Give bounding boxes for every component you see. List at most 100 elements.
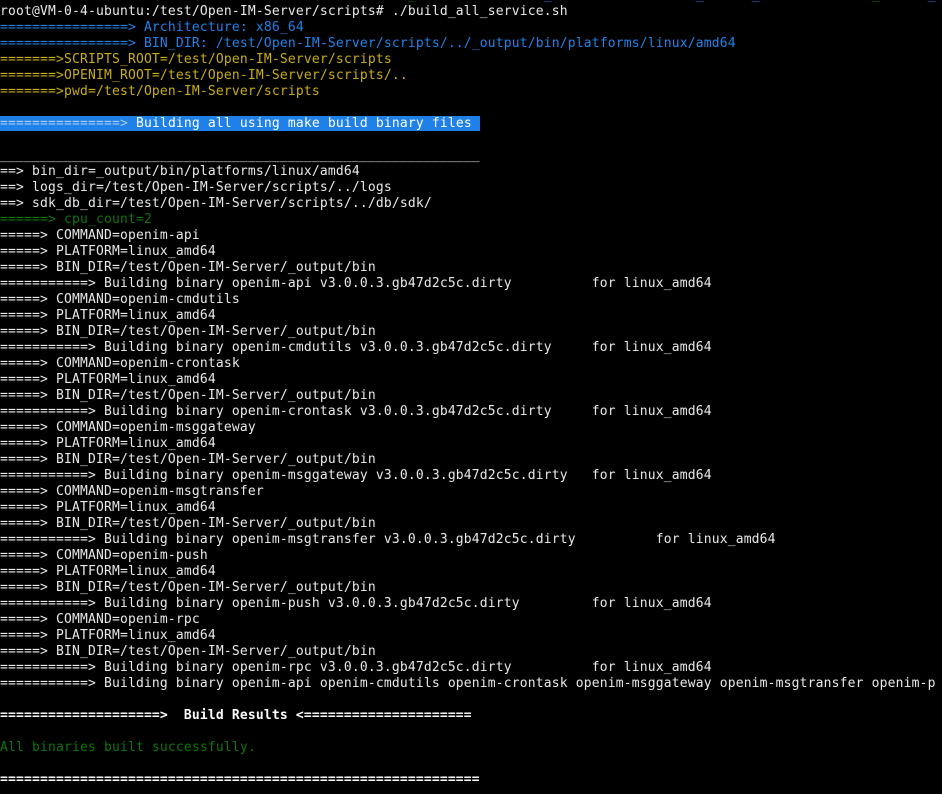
terminal-text: ==> sdk_db_dir=/test/Open-IM-Server/scri… (0, 196, 432, 211)
terminal-text: ================> Architecture: x86_64 (0, 20, 304, 35)
scripts-root-line: =======>SCRIPTS_ROOT=/test/Open-IM-Serve… (0, 52, 942, 68)
terminal-text: ===========> Building binary openim-rpc … (0, 660, 712, 675)
terminal-line: ===========> Building binary openim-cmdu… (0, 340, 942, 356)
terminal-text: _ (928, 0, 936, 3)
terminal-text (880, 0, 928, 3)
terminal-text: =====> COMMAND=openim-msggateway (0, 420, 256, 435)
terminal-text: _ (872, 0, 880, 3)
terminal-line: ===========> Building binary openim-rpc … (0, 660, 942, 676)
terminal-text: ===========> Building binary openim-cmdu… (0, 340, 712, 355)
terminal-text: =====> BIN_DIR=/test/Open-IM-Server/_out… (0, 580, 376, 595)
pwd-line: =======>pwd=/test/Open-IM-Server/scripts (0, 84, 942, 100)
terminal-text: ======> cpu_count=2 (0, 212, 152, 227)
terminal-line: =====> COMMAND=openim-push (0, 548, 942, 564)
terminal-text: ===========> Building binary openim-msgg… (0, 468, 712, 483)
terminal-line: =====> COMMAND=openim-cmdutils (0, 292, 942, 308)
terminal-text (704, 0, 752, 3)
terminal-text: =====> COMMAND=openim-msgtransfer (0, 484, 264, 499)
terminal-text: ===============> (0, 116, 136, 131)
terminal-line: =====> BIN_DIR=/test/Open-IM-Server/_out… (0, 452, 942, 468)
terminal-text (0, 0, 408, 3)
terminal-line: ===========> Building binary openim-cron… (0, 404, 942, 420)
terminal-text: ========================================… (0, 772, 480, 787)
highlight-row: ===============> Building all using make… (0, 116, 942, 132)
terminal-text: =====> PLATFORM=linux_amd64 (0, 308, 216, 323)
terminal-line: =====> BIN_DIR=/test/Open-IM-Server/_out… (0, 580, 942, 596)
terminal-text (416, 0, 544, 3)
terminal-text: ===========> Building binary openim-api … (0, 276, 712, 291)
terminal-text: ================> BIN_DIR: /test/Open-IM… (0, 36, 736, 51)
terminal-text: _ (752, 0, 760, 3)
terminal-text: =====> BIN_DIR=/test/Open-IM-Server/_out… (0, 324, 376, 339)
terminal-text: _ (544, 0, 552, 3)
terminal-text: =======>SCRIPTS_ROOT=/test/Open-IM-Serve… (0, 52, 392, 67)
terminal-text: =====> COMMAND=openim-cmdutils (0, 292, 240, 307)
terminal-line: =====> COMMAND=openim-msggateway (0, 420, 942, 436)
terminal-line: =====> PLATFORM=linux_amd64 (0, 500, 942, 516)
terminal-text: =====> COMMAND=openim-crontask (0, 356, 240, 371)
terminal-line: ===========> Building binary openim-msgg… (0, 468, 942, 484)
architecture-line: ================> Architecture: x86_64 (0, 20, 942, 36)
terminal-text: =====> BIN_DIR=/test/Open-IM-Server/_out… (0, 388, 376, 403)
terminal-line: ===========> Building binary openim-msgt… (0, 532, 942, 548)
terminal-text: All binaries built successfully. (0, 740, 256, 755)
terminal-text (552, 0, 696, 3)
terminal-text: =======>OPENIM_ROOT=/test/Open-IM-Server… (0, 68, 408, 83)
build-banner-highlight: ===============> Building all using make… (0, 116, 480, 132)
terminal-line: ===========> Building binary openim-api … (0, 276, 942, 292)
terminal-text (760, 0, 872, 3)
terminal-text: Building all using make build binary fil… (136, 116, 480, 131)
terminal-text: =======>pwd=/test/Open-IM-Server/scripts (0, 84, 320, 99)
terminal-text: =====> PLATFORM=linux_amd64 (0, 500, 216, 515)
terminal-text: _ (696, 0, 704, 3)
cpu-count-line: ======> cpu_count=2 (0, 212, 942, 228)
bin-dir-line: ================> BIN_DIR: /test/Open-IM… (0, 36, 942, 52)
terminal-line: ==> logs_dir=/test/Open-IM-Server/script… (0, 180, 942, 196)
terminal-line: =====> PLATFORM=linux_amd64 (0, 628, 942, 644)
terminal-text: ===========> Building binary openim-cron… (0, 404, 712, 419)
terminal-line (0, 724, 942, 740)
terminal-line: =====> PLATFORM=linux_amd64 (0, 564, 942, 580)
terminal-text: =====> PLATFORM=linux_amd64 (0, 244, 216, 259)
terminal-text: ===========> Building binary openim-msgt… (0, 532, 776, 547)
terminal-line: =====> PLATFORM=linux_amd64 (0, 372, 942, 388)
terminal-text: ==> bin_dir=_output/bin/platforms/linux/… (0, 164, 360, 179)
terminal-text: ===========> Building binary openim-push… (0, 596, 712, 611)
terminal-text: =====> COMMAND=openim-api (0, 228, 200, 243)
terminal-text: =====> BIN_DIR=/test/Open-IM-Server/_out… (0, 644, 376, 659)
terminal-text: root@VM-0-4-ubuntu:/test/Open-IM-Server/… (0, 4, 568, 19)
terminal-line (0, 756, 942, 772)
terminal-text: =====> PLATFORM=linux_amd64 (0, 372, 216, 387)
terminal-text: ===========> Building binary openim-api … (0, 676, 936, 691)
build-all-binaries-line: ===========> Building binary openim-api … (0, 676, 942, 692)
terminal-line: =====> COMMAND=openim-msgtransfer (0, 484, 942, 500)
terminal-line: =====> PLATFORM=linux_amd64 (0, 244, 942, 260)
terminal-line: =====> BIN_DIR=/test/Open-IM-Server/_out… (0, 388, 942, 404)
terminal-line: ==> sdk_db_dir=/test/Open-IM-Server/scri… (0, 196, 942, 212)
terminal-text: =====> PLATFORM=linux_amd64 (0, 564, 216, 579)
terminal-line (0, 100, 942, 116)
terminal-text: ====================> Build Results <===… (0, 708, 472, 723)
terminal-line: =====> BIN_DIR=/test/Open-IM-Server/_out… (0, 644, 942, 660)
openim-root-line: =======>OPENIM_ROOT=/test/Open-IM-Server… (0, 68, 942, 84)
terminal-text: =====> PLATFORM=linux_amd64 (0, 628, 216, 643)
terminal-text: =====> COMMAND=openim-rpc (0, 612, 200, 627)
terminal-text: =====> BIN_DIR=/test/Open-IM-Server/_out… (0, 260, 376, 275)
terminal-line: =====> COMMAND=openim-api (0, 228, 942, 244)
terminal-line: ==> bin_dir=_output/bin/platforms/linux/… (0, 164, 942, 180)
terminal-text: =====> BIN_DIR=/test/Open-IM-Server/_out… (0, 516, 376, 531)
separator-line: ========================================… (0, 772, 942, 788)
terminal-text: ________________________________________… (0, 148, 480, 163)
terminal-text: _ (408, 0, 416, 3)
terminal-text: =====> PLATFORM=linux_amd64 (0, 436, 216, 451)
terminal-text: ==> logs_dir=/test/Open-IM-Server/script… (0, 180, 392, 195)
terminal-line: =====> BIN_DIR=/test/Open-IM-Server/_out… (0, 324, 942, 340)
terminal-line (0, 692, 942, 708)
terminal-line: ===========> Building binary openim-push… (0, 596, 942, 612)
terminal-window[interactable]: _ _ _ _ _ _root@VM-0-4-ubuntu:/test/Open… (0, 0, 942, 794)
terminal-line: =====> COMMAND=openim-crontask (0, 356, 942, 372)
terminal-text: =====> COMMAND=openim-push (0, 548, 208, 563)
shell-prompt-line: root@VM-0-4-ubuntu:/test/Open-IM-Server/… (0, 4, 942, 20)
underscore-separator: ________________________________________… (0, 148, 942, 164)
build-results-header: ====================> Build Results <===… (0, 708, 942, 724)
